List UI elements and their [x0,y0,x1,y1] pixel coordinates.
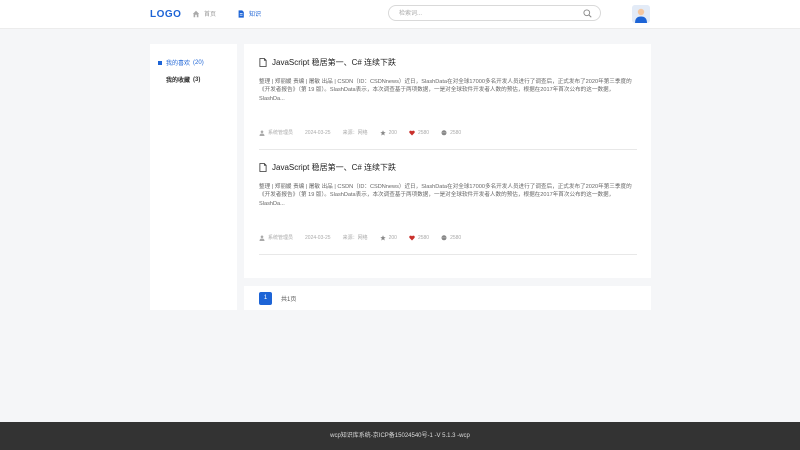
publish-date: 2024-03-25 [305,234,331,241]
article-meta: 系统管理员 2024-03-25 来源：网络 200 2580 2580 [259,234,473,241]
search-icon[interactable] [583,9,592,18]
sidebar-item-count: (20) [193,59,204,66]
sidebar-item-count: (3) [193,76,201,83]
heart-icon [409,235,415,240]
nav-knowledge[interactable]: 知识 [237,9,261,18]
source: 来源：网络 [342,235,368,241]
page-total: 共1页 [281,297,297,303]
nav-knowledge-label: 知识 [249,12,262,18]
comment-icon [441,129,447,135]
search-box[interactable] [388,5,601,21]
article-summary: 整理 | 郑丽媛 责编 | 屠敏 出品 | CSDN（ID：CSDNnews）近… [259,79,632,102]
article-meta: 系统管理员 2024-03-25 来源：网络 200 2580 2580 [259,129,473,136]
article-list: JavaScript 稳居第一、C# 连续下跌 整理 | 郑丽媛 责编 | 屠敏… [244,44,651,278]
nav-home[interactable]: 首页 [192,9,216,18]
article-summary: 整理 | 郑丽媛 责编 | 屠敏 出品 | CSDN（ID：CSDNnews）近… [259,184,632,207]
comment-icon [441,234,447,240]
top-header: LOGO 首页 知识 [0,0,800,29]
logo[interactable]: LOGO [150,9,181,20]
home-icon [192,10,200,17]
star-icon [379,129,386,135]
sidebar-item-label: 我的收藏 [166,78,191,84]
sidebar-item-likes[interactable]: 我的喜欢 (20) [158,58,204,67]
author: 系统管理员 [259,129,293,136]
article-title[interactable]: JavaScript 稳居第一、C# 连续下跌 [259,57,396,68]
search-input[interactable] [399,9,579,18]
star-count: 200 [379,129,397,136]
source: 来源：网络 [342,130,368,136]
page-button-current[interactable]: 1 [259,292,272,305]
author: 系统管理员 [259,234,293,241]
footer: wcp知识库系统-京ICP备15024540号-1 -V 5.1.3 -wcp [0,422,800,450]
document-icon [238,9,244,18]
active-marker [158,60,162,65]
article-title[interactable]: JavaScript 稳居第一、C# 连续下跌 [259,162,396,173]
list-item: JavaScript 稳居第一、C# 连续下跌 整理 | 郑丽媛 责编 | 屠敏… [259,159,637,255]
user-avatar[interactable] [632,5,650,23]
star-icon [379,234,386,240]
like-count: 2580 [409,130,429,136]
like-count: 2580 [409,235,429,241]
document-icon [259,163,267,172]
heart-icon [409,130,415,135]
sidebar-item-label: 我的喜欢 [166,61,191,67]
pagination: 1 共1页 [244,286,651,310]
document-icon [259,58,267,67]
publish-date: 2024-03-25 [305,129,331,136]
article-title-text: JavaScript 稳居第一、C# 连续下跌 [272,58,397,67]
comment-count: 2580 [441,235,461,241]
comment-count: 2580 [441,130,461,136]
star-count: 200 [379,234,397,241]
sidebar-item-favorites[interactable]: 我的收藏 (3) [166,75,201,85]
user-icon [259,235,265,241]
nav-home-label: 首页 [204,12,217,18]
user-icon [259,130,265,136]
article-title-text: JavaScript 稳居第一、C# 连续下跌 [272,163,397,172]
user-avatar-icon [632,5,650,23]
list-item: JavaScript 稳居第一、C# 连续下跌 整理 | 郑丽媛 责编 | 屠敏… [259,54,637,150]
